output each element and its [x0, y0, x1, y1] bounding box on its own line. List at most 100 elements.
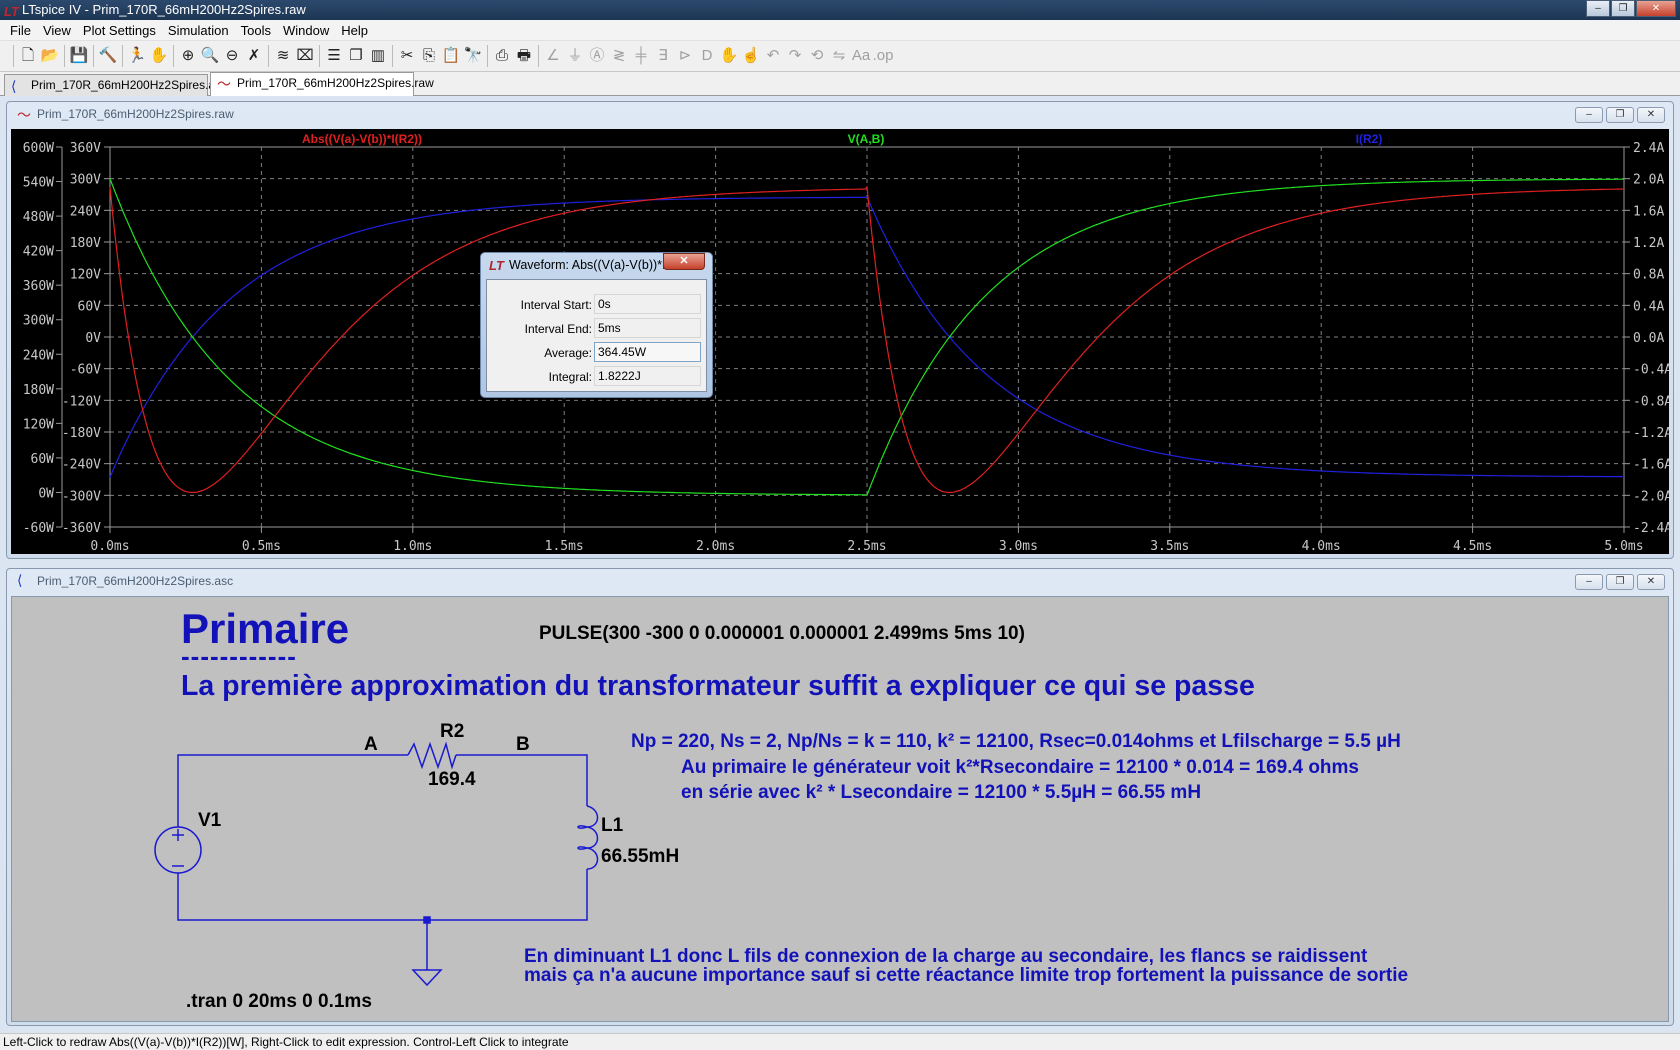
schem-restore-button[interactable]: ❐ — [1606, 574, 1634, 590]
resistor-icon[interactable]: ≷ — [608, 45, 630, 67]
menu-view[interactable]: View — [37, 20, 77, 40]
plot-minimize-button[interactable]: – — [1575, 107, 1603, 123]
note-line-3[interactable]: en série avec k² * Lsecondaire = 12100 *… — [681, 782, 1201, 804]
ground-icon[interactable]: ⏚ — [564, 45, 586, 67]
waveform-plot[interactable]: 360V 2.4A 300V 2.0A 240V 1.6A 180V 1.2A 120V 0.8A… — [11, 129, 1673, 554]
trace-label-current[interactable]: I(R2) — [1356, 132, 1383, 146]
plot-restore-button[interactable]: ❐ — [1606, 107, 1634, 123]
ltspice-logo-icon: LT — [489, 258, 504, 273]
pulse-source-value[interactable]: PULSE(300 -300 0 0.000001 0.000001 2.499… — [539, 623, 1025, 645]
halt-icon[interactable]: ✋ — [148, 45, 170, 67]
zoom-cancel-icon[interactable]: ✗ — [243, 45, 265, 67]
zoom-in-icon[interactable]: ⊕ — [177, 45, 199, 67]
y-tick-label-current: -2.4A — [1633, 521, 1669, 536]
menu-tools[interactable]: Tools — [235, 20, 277, 40]
tab-waveform[interactable]: 〜 Prim_170R_66mH200Hz2Spires.raw — [210, 72, 434, 96]
zoom-fit-icon[interactable]: 🔍 — [199, 45, 221, 67]
run-icon[interactable]: 🏃 — [126, 45, 148, 67]
capacitor-icon[interactable]: ╪ — [630, 45, 652, 67]
find-icon[interactable]: 🔭 — [462, 45, 484, 67]
save-icon[interactable]: 💾 — [68, 45, 90, 67]
y-tick-label-voltage: 60V — [78, 299, 102, 314]
trace-label-voltage[interactable]: V(A,B) — [848, 132, 885, 146]
tab-schematic[interactable]: ⟨ Prim_170R_66mH200Hz2Spires.asc — [4, 74, 227, 96]
y-tick-label-current: 0.4A — [1633, 299, 1664, 314]
move-icon[interactable]: ✋ — [718, 45, 740, 67]
dialog-close-button[interactable]: ✕ — [663, 253, 705, 270]
tile-vertical-icon[interactable]: ▥ — [367, 45, 389, 67]
resistor-r2-symbol[interactable] — [407, 741, 457, 770]
y-tick-label-current: -2.0A — [1633, 489, 1669, 504]
node-label-a[interactable]: A — [364, 734, 378, 756]
x-tick-label: 4.0ms — [1302, 539, 1341, 554]
comment-line-2[interactable]: mais ça n'a aucune importance sauf si ce… — [524, 966, 1408, 985]
v1-label[interactable]: V1 — [198, 810, 221, 832]
y-tick-label-voltage: 240V — [70, 204, 101, 219]
inductor-icon[interactable]: ∃ — [652, 45, 674, 67]
delete-trace-icon[interactable]: ⌧ — [294, 45, 316, 67]
toolbar-separator — [538, 45, 539, 67]
diode-icon[interactable]: ⊳ — [674, 45, 696, 67]
close-button[interactable]: ✕ — [1636, 0, 1676, 17]
open-file-icon[interactable]: 📂 — [39, 45, 61, 67]
schem-close-button[interactable]: ✕ — [1637, 574, 1665, 590]
redo-icon[interactable]: ↷ — [784, 45, 806, 67]
schematic-canvas[interactable]: Primaire ------------ PULSE(300 -300 0 0… — [11, 596, 1669, 1022]
interval-end-field[interactable]: 5ms — [594, 318, 701, 338]
control-panel-icon[interactable]: 🔨 — [97, 45, 119, 67]
menu-window[interactable]: Window — [277, 20, 335, 40]
menu-file[interactable]: File — [4, 20, 37, 40]
subtitle-comment[interactable]: La première approximation du transformat… — [181, 670, 1255, 703]
zoom-out-icon[interactable]: ⊖ — [221, 45, 243, 67]
autorange-icon[interactable]: ≋ — [272, 45, 294, 67]
plot-pane[interactable]: 360V 2.4A 300V 2.0A 240V 1.6A 180V 1.2A 120V 0.8A… — [11, 129, 1673, 554]
paste-icon[interactable]: 📋 — [440, 45, 462, 67]
comment-line-1[interactable]: En diminuant L1 donc L fils de connexion… — [524, 947, 1367, 966]
l1-value[interactable]: 66.55mH — [601, 846, 679, 868]
y-tick-label-power: 60W — [31, 452, 55, 467]
plot-close-button[interactable]: ✕ — [1637, 107, 1665, 123]
menu-plot-settings[interactable]: Plot Settings — [77, 20, 162, 40]
y-tick-label-current: 2.0A — [1633, 173, 1664, 188]
trace-label-power[interactable]: Abs((V(a)-V(b))*I(R2)) — [302, 132, 422, 146]
print-icon[interactable]: 🖶 — [513, 45, 535, 67]
undo-icon[interactable]: ↶ — [762, 45, 784, 67]
cut-icon[interactable]: ✂ — [396, 45, 418, 67]
minimize-button[interactable]: – — [1586, 0, 1610, 17]
spice-directive-icon[interactable]: .op — [872, 45, 894, 67]
y-tick-label-power: 540W — [23, 176, 54, 191]
average-field[interactable]: 364.45W — [594, 342, 701, 362]
toolbar-separator — [268, 45, 269, 67]
draw-wire-icon[interactable]: ∠ — [542, 45, 564, 67]
cascade-icon[interactable]: ❐ — [345, 45, 367, 67]
note-line-2[interactable]: Au primaire le générateur voit k²*Rsecon… — [681, 757, 1359, 779]
menu-help[interactable]: Help — [335, 20, 374, 40]
component-icon[interactable]: D — [696, 45, 718, 67]
wire-right-bottom[interactable] — [177, 869, 588, 921]
tran-directive[interactable]: .tran 0 20ms 0 0.1ms — [186, 991, 372, 1013]
print-preview-icon[interactable]: ⎙ — [491, 45, 513, 67]
label-net-icon[interactable]: Ⓐ — [586, 45, 608, 67]
r2-value[interactable]: 169.4 — [428, 769, 476, 791]
new-schematic-icon[interactable]: 🗋 — [17, 45, 39, 67]
drag-icon[interactable]: ☝ — [740, 45, 762, 67]
text-icon[interactable]: Aa — [850, 45, 872, 67]
r2-label[interactable]: R2 — [440, 721, 464, 743]
node-label-b[interactable]: B — [516, 734, 530, 756]
y-tick-label-voltage: 180V — [70, 236, 101, 251]
restore-button[interactable]: ❐ — [1611, 0, 1635, 17]
integral-field[interactable]: 1.8222J — [594, 366, 701, 386]
rotate-icon[interactable]: ⟲ — [806, 45, 828, 67]
l1-label[interactable]: L1 — [601, 815, 623, 837]
note-line-1[interactable]: Np = 220, Ns = 2, Np/Ns = k = 110, k² = … — [631, 731, 1401, 753]
inductor-l1-symbol[interactable] — [577, 805, 599, 870]
voltage-source-v1-symbol[interactable] — [154, 826, 202, 874]
menu-simulation[interactable]: Simulation — [162, 20, 235, 40]
y-tick-label-voltage: -60V — [70, 363, 101, 378]
copy-icon[interactable]: ⎘ — [418, 45, 440, 67]
interval-start-field[interactable]: 0s — [594, 294, 701, 314]
mirror-icon[interactable]: ⇋ — [828, 45, 850, 67]
tile-horizontal-icon[interactable]: ☰ — [323, 45, 345, 67]
ground-icon[interactable] — [411, 969, 443, 987]
schem-minimize-button[interactable]: – — [1575, 574, 1603, 590]
